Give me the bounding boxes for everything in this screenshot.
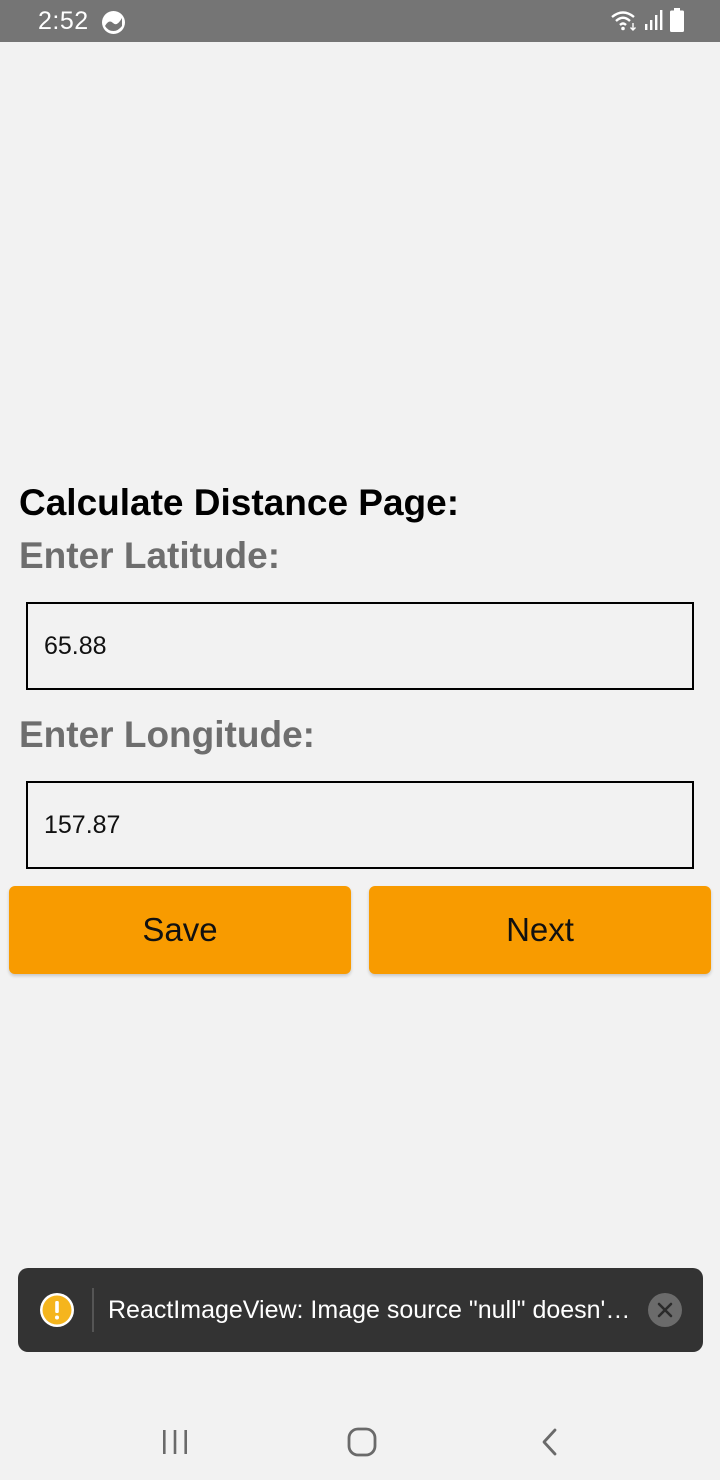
longitude-input[interactable]	[26, 781, 694, 869]
longitude-label: Enter Longitude:	[19, 714, 315, 755]
battery-icon	[670, 7, 684, 37]
toast-divider	[92, 1288, 94, 1332]
next-button[interactable]: Next	[369, 886, 711, 974]
status-bar: 2:52	[0, 0, 720, 42]
save-button[interactable]: Save	[9, 886, 351, 974]
toast-message: ReactImageView: Image source "null" does…	[108, 1296, 636, 1324]
close-icon[interactable]	[647, 1292, 683, 1328]
navigation-bar	[0, 1400, 720, 1480]
warning-toast[interactable]: ReactImageView: Image source "null" does…	[18, 1268, 703, 1352]
latitude-label: Enter Latitude:	[19, 535, 281, 576]
app-notification-icon	[101, 10, 126, 35]
page-title: Calculate Distance Page:	[19, 482, 460, 523]
recents-icon[interactable]	[155, 1422, 195, 1462]
status-icons	[610, 7, 684, 37]
back-icon[interactable]	[530, 1422, 570, 1462]
warning-icon	[39, 1292, 75, 1328]
wifi-icon	[610, 9, 638, 36]
latitude-input[interactable]	[26, 602, 694, 690]
signal-icon	[644, 9, 664, 36]
home-icon[interactable]	[342, 1422, 382, 1462]
status-time: 2:52	[38, 7, 89, 35]
